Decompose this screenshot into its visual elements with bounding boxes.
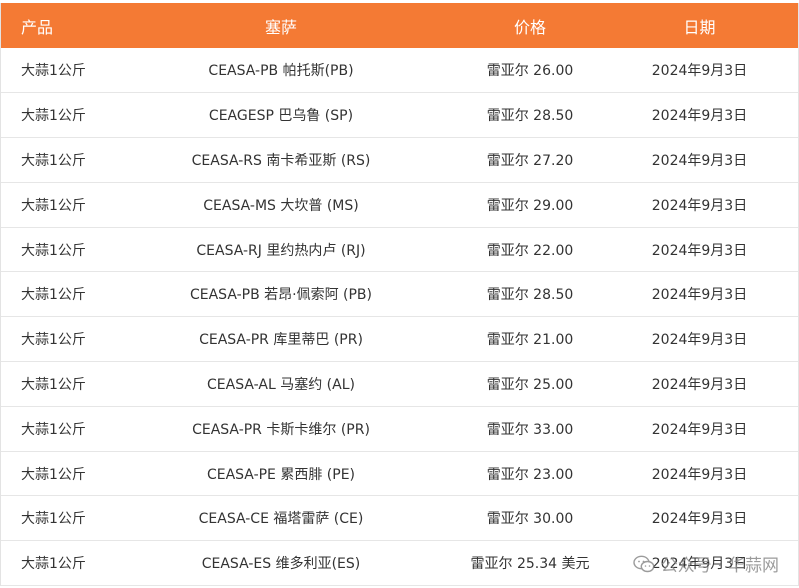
cell-product: 大蒜1公斤	[21, 421, 86, 438]
price-table-container: 产品 塞萨 价格 日期 大蒜1公斤 CEASA-PB 帕托斯(PB) 雷亚尔 26.…	[0, 3, 799, 587]
cell-date: 2024年9月3日	[651, 287, 748, 304]
cell-ceasa: CEASA-PB 帕托斯(PB)	[208, 63, 354, 80]
table-row: 大蒜1公斤 CEAGESP 巴乌鲁 (SP) 雷亚尔 28.50 2024年9月3日	[1, 93, 798, 138]
cell-price: 雷亚尔 23.00	[486, 466, 574, 483]
table-row: 大蒜1公斤 CEASA-RJ 里约热内卢 (RJ) 雷亚尔 22.00 2024年9月…	[1, 227, 798, 272]
cell-product: 大蒜1公斤	[21, 197, 86, 214]
cell-date: 2024年9月3日	[651, 197, 748, 214]
cell-product: 大蒜1公斤	[21, 108, 86, 125]
cell-product: 大蒜1公斤	[21, 376, 86, 393]
cell-ceasa: CEASA-RS 南卡希亚斯 (RS)	[191, 152, 371, 169]
table-row: 大蒜1公斤 CEASA-PB 帕托斯(PB) 雷亚尔 26.00 2024年9月3日	[1, 48, 798, 93]
cell-ceasa: CEASA-MS 大坎普 (MS)	[203, 197, 359, 214]
cell-price: 雷亚尔 29.00	[486, 197, 574, 214]
table-row: 大蒜1公斤 CEASA-PR 库里蒂巴 (PR) 雷亚尔 21.00 2024年9月3…	[1, 317, 798, 362]
cell-price: 雷亚尔 33.00	[486, 421, 574, 438]
header-product: 产品	[21, 17, 54, 37]
cell-price: 雷亚尔 26.00	[486, 63, 574, 80]
header-row: 产品 塞萨 价格 日期	[1, 3, 798, 48]
table-row: 大蒜1公斤 CEASA-RS 南卡希亚斯 (RS) 雷亚尔 27.20 2024年9月…	[1, 138, 798, 183]
cell-product: 大蒜1公斤	[21, 332, 86, 349]
cell-date: 2024年9月3日	[651, 63, 748, 80]
cell-price: 雷亚尔 28.50	[486, 108, 574, 125]
cell-date: 2024年9月3日	[651, 108, 748, 125]
table-row: 大蒜1公斤 CEASA-PR 卡斯卡维尔 (PR) 雷亚尔 33.00 2024年9月…	[1, 406, 798, 452]
cell-date: 2024年9月3日	[651, 376, 748, 393]
cell-price: 雷亚尔 30.00	[486, 511, 574, 528]
cell-ceasa: CEAGESP 巴乌鲁 (SP)	[208, 108, 354, 125]
cell-ceasa: CEASA-PB 若昂·佩索阿 (PB)	[189, 287, 373, 304]
cell-date: 2024年9月3日	[651, 421, 748, 438]
header-ceasa: 塞萨	[264, 17, 297, 37]
price-table: 产品 塞萨 价格 日期 大蒜1公斤 CEASA-PB 帕托斯(PB) 雷亚尔 26.…	[1, 3, 798, 586]
cell-ceasa: CEASA-ES 维多利亚(ES)	[201, 556, 361, 573]
cell-price: 雷亚尔 25.34 美元	[470, 556, 590, 573]
cell-price: 雷亚尔 21.00	[486, 332, 574, 349]
cell-price: 雷亚尔 28.50	[486, 287, 574, 304]
watermark: 公众号 · 华蒜网	[633, 551, 779, 576]
cell-price: 雷亚尔 22.00	[486, 242, 574, 259]
table-row: 大蒜1公斤 CEASA-CE 福塔雷萨 (CE) 雷亚尔 30.00 2024年9月3…	[1, 496, 798, 541]
cell-price: 雷亚尔 25.00	[486, 376, 574, 393]
table-body: 大蒜1公斤 CEASA-PB 帕托斯(PB) 雷亚尔 26.00 2024年9月3日大…	[1, 48, 798, 586]
table-row: 大蒜1公斤 CEASA-AL 马塞约 (AL) 雷亚尔 25.00 2024年9月3日	[1, 362, 798, 407]
cell-ceasa: CEASA-PE 累西腓 (PE)	[206, 466, 356, 483]
cell-product: 大蒜1公斤	[21, 466, 86, 483]
cell-ceasa: CEASA-PR 卡斯卡维尔 (PR)	[192, 421, 370, 438]
cell-ceasa: CEASA-CE 福塔雷萨 (CE)	[198, 511, 364, 528]
cell-ceasa: CEASA-RJ 里约热内卢 (RJ)	[196, 242, 366, 259]
cell-date: 2024年9月3日	[651, 466, 748, 483]
cell-date: 2024年9月3日	[651, 332, 748, 349]
cell-date: 2024年9月3日	[651, 511, 748, 528]
cell-product: 大蒜1公斤	[21, 556, 86, 573]
cell-date: 2024年9月3日	[651, 242, 748, 259]
cell-ceasa: CEASA-AL 马塞约 (AL)	[207, 376, 355, 393]
cell-date: 2024年9月3日	[651, 152, 748, 169]
cell-price: 雷亚尔 27.20	[486, 152, 574, 169]
cell-product: 大蒜1公斤	[21, 242, 86, 259]
watermark-text: 公众号 · 华蒜网	[660, 556, 779, 576]
cell-product: 大蒜1公斤	[21, 287, 86, 304]
header-date: 日期	[683, 17, 716, 37]
cell-product: 大蒜1公斤	[21, 63, 86, 80]
table-row: 大蒜1公斤 CEASA-PE 累西腓 (PE) 雷亚尔 23.00 2024年9月3日	[1, 451, 798, 496]
cell-product: 大蒜1公斤	[21, 152, 86, 169]
cell-ceasa: CEASA-PR 库里蒂巴 (PR)	[199, 332, 363, 349]
table-row: 大蒜1公斤 CEASA-MS 大坎普 (MS) 雷亚尔 29.00 2024年9月3日	[1, 182, 798, 228]
header-price: 价格	[513, 17, 546, 37]
wechat-icon	[633, 555, 655, 572]
table-row: 大蒜1公斤 CEASA-PB 若昂·佩索阿 (PB) 雷亚尔 28.50 2024年9…	[1, 272, 798, 317]
table-header: 产品 塞萨 价格 日期	[1, 3, 798, 48]
cell-product: 大蒜1公斤	[21, 511, 86, 528]
